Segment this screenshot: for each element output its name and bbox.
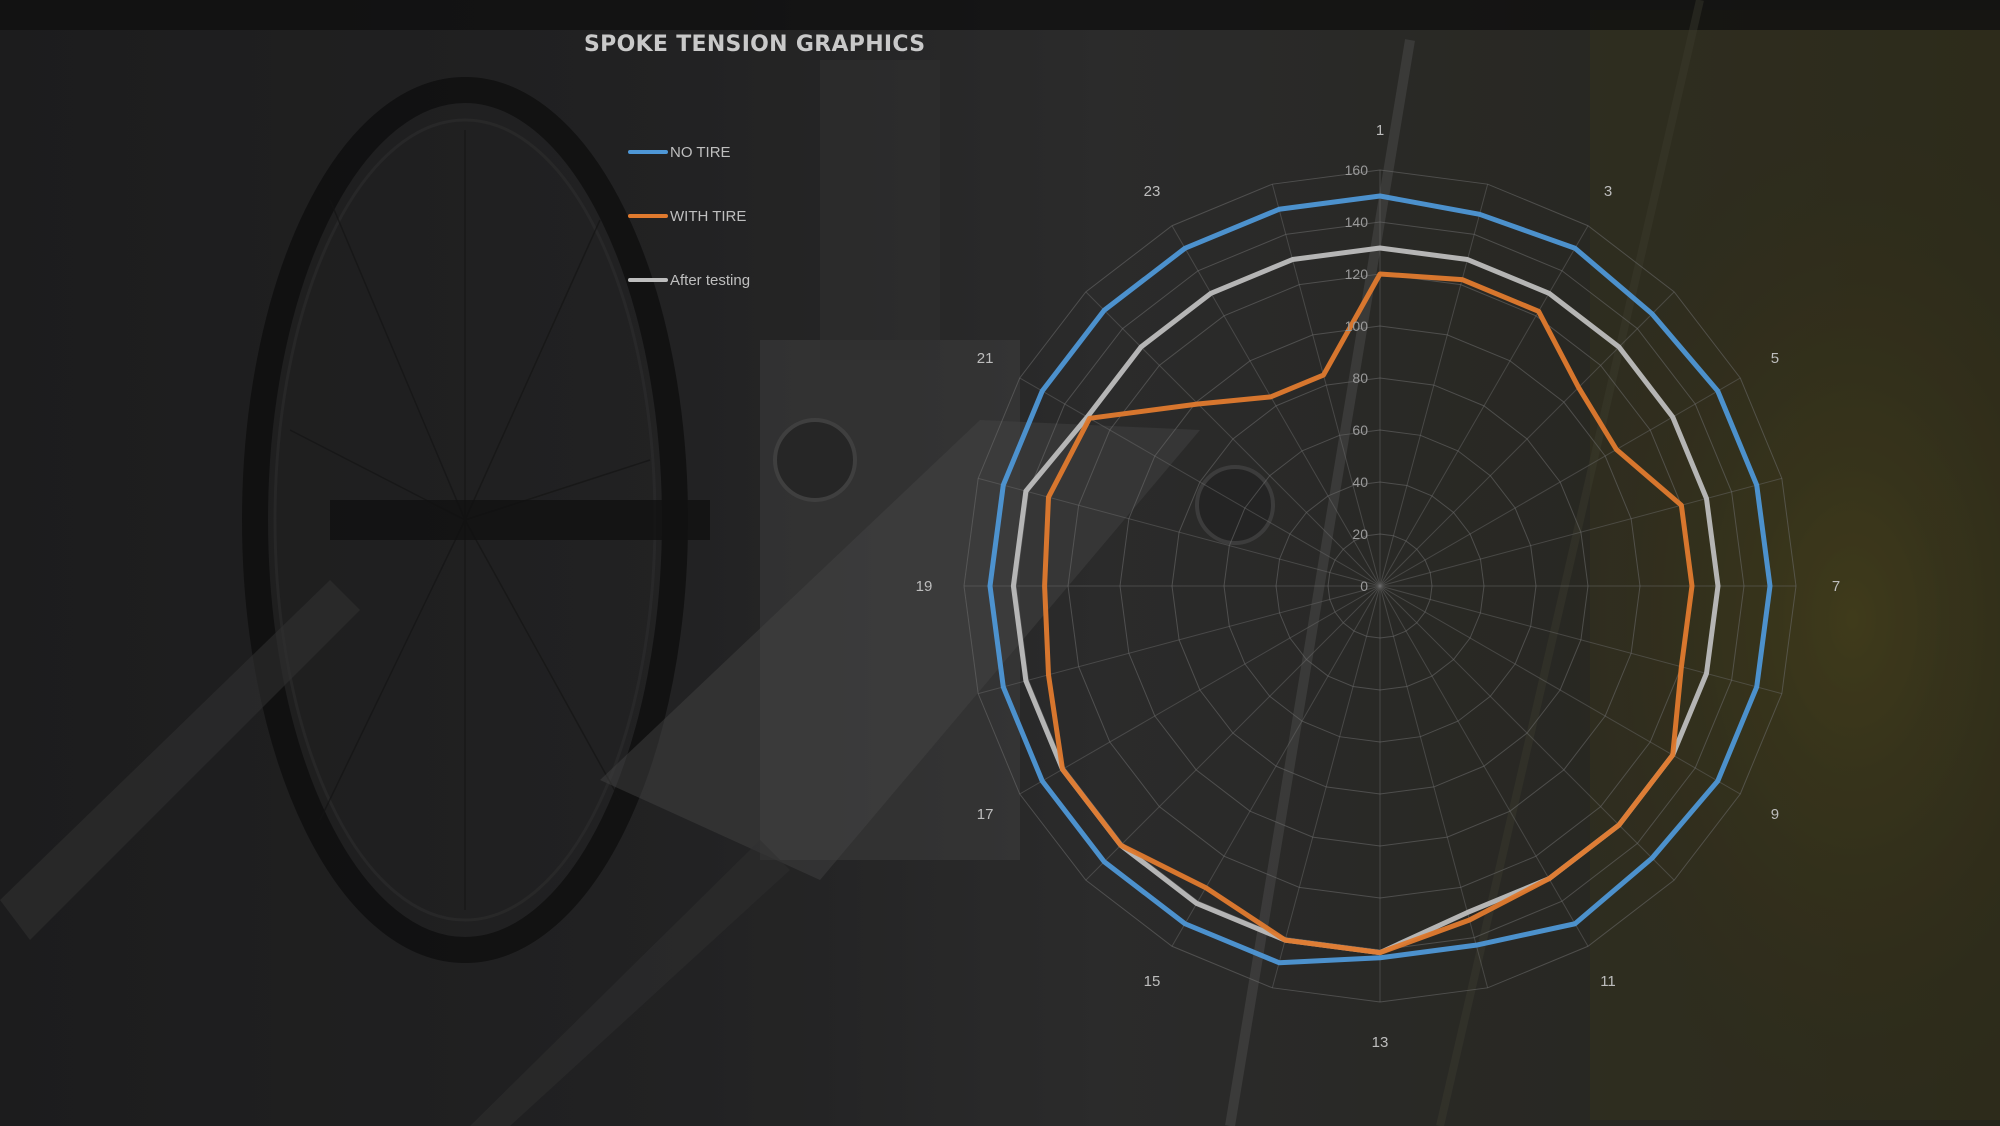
grid-spoke xyxy=(1085,585,1381,881)
category-label: 23 xyxy=(1144,183,1161,200)
category-label: 9 xyxy=(1771,806,1779,823)
r-tick-label: 20 xyxy=(1352,526,1368,542)
grid-spoke xyxy=(978,477,1381,587)
grid-spoke xyxy=(1379,477,1782,587)
grid-spoke xyxy=(1085,291,1381,587)
r-tick-label: 160 xyxy=(1345,162,1369,178)
grid-spoke xyxy=(1379,585,1782,695)
grid-spoke xyxy=(1171,585,1381,947)
r-tick-label: 120 xyxy=(1345,266,1369,282)
category-label: 13 xyxy=(1372,1034,1389,1051)
grid-spoke xyxy=(978,585,1381,695)
r-tick-label: 0 xyxy=(1360,578,1368,594)
r-tick-label: 40 xyxy=(1352,474,1368,490)
grid-spoke xyxy=(1379,291,1675,587)
grid-spoke xyxy=(1379,585,1675,881)
category-label: 5 xyxy=(1771,350,1779,367)
category-label: 21 xyxy=(977,350,994,367)
series-line-with-tire xyxy=(1042,271,1695,956)
category-label: 3 xyxy=(1604,183,1612,200)
r-tick-label: 60 xyxy=(1352,422,1368,438)
grid-spoke xyxy=(1379,184,1489,587)
grid-spoke xyxy=(1379,585,1589,947)
r-tick-label: 100 xyxy=(1345,318,1369,334)
category-label: 17 xyxy=(977,806,994,823)
grid-spoke xyxy=(1379,225,1589,587)
radar-chart: 0204060801001201401601357911131517192123 xyxy=(916,122,1841,1051)
category-label: 1 xyxy=(1376,122,1384,139)
category-label: 11 xyxy=(1600,973,1616,990)
category-label: 15 xyxy=(1144,973,1161,990)
r-tick-label: 140 xyxy=(1345,214,1369,230)
grid-spoke xyxy=(1019,377,1381,587)
category-label: 7 xyxy=(1832,578,1840,595)
grid-spoke xyxy=(1271,585,1381,988)
category-label: 19 xyxy=(916,578,933,595)
radar-grid xyxy=(963,169,1797,1003)
r-tick-label: 80 xyxy=(1352,370,1368,386)
grid-spoke xyxy=(1019,585,1381,795)
